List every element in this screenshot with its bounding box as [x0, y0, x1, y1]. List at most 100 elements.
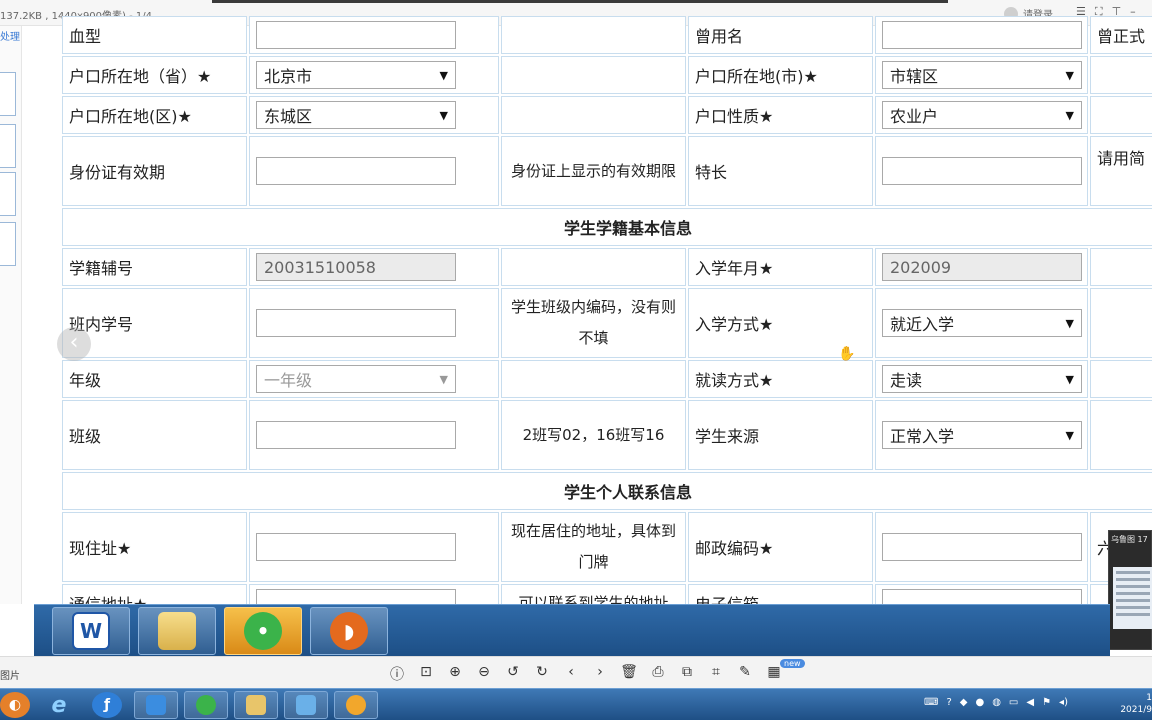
- thumbnail-image: [1113, 567, 1152, 629]
- feather-icon[interactable]: ƒ: [92, 692, 122, 718]
- left-panel: 处理: [0, 26, 22, 604]
- apps-icon[interactable]: ▦: [765, 664, 783, 684]
- keyboard-icon[interactable]: ⌨: [924, 697, 938, 708]
- rotate-left-icon[interactable]: ↺: [504, 664, 522, 684]
- flag-icon[interactable]: ⚑: [1042, 697, 1051, 708]
- security-icon[interactable]: ●: [975, 697, 984, 708]
- text-input[interactable]: [256, 421, 456, 449]
- taskbar-button[interactable]: [284, 691, 328, 719]
- thumbnail-frame[interactable]: [0, 72, 16, 116]
- text-input[interactable]: [882, 589, 1082, 604]
- prev-icon[interactable]: ‹: [562, 664, 580, 684]
- taskbar-button[interactable]: [184, 691, 228, 719]
- process-label[interactable]: 处理: [0, 28, 20, 43]
- taskbar-button[interactable]: [134, 691, 178, 719]
- viewer-toolbar: 图片 ⓘ ⊡ ⊕ ⊖ ↺ ↻ ‹ › 🗑 ⎙ ⧉ ⌗ ✎ ▦ new: [0, 656, 1152, 688]
- text-input: 20031510058: [256, 253, 456, 281]
- taskbar-button[interactable]: [334, 691, 378, 719]
- select-field[interactable]: 正常入学 ▼: [882, 421, 1082, 449]
- ie-icon[interactable]: e: [44, 692, 74, 718]
- taskbar-wechat-button[interactable]: •: [224, 607, 302, 655]
- volume-icon[interactable]: ◂): [1059, 697, 1068, 708]
- start-icon[interactable]: ◐: [0, 692, 30, 718]
- select-field[interactable]: 就近入学 ▼: [882, 309, 1082, 337]
- help-icon[interactable]: ?: [946, 697, 951, 708]
- field-label: 特长: [688, 136, 873, 206]
- field-label: 入学年月★: [688, 248, 873, 286]
- field-cell: [249, 136, 499, 206]
- extra-text: 请用简: [1097, 149, 1146, 168]
- select-field[interactable]: 北京市 ▼: [256, 61, 456, 89]
- thumbnail-frame[interactable]: [0, 172, 16, 216]
- field-cell: 市辖区 ▼: [875, 56, 1088, 94]
- next-icon[interactable]: ›: [591, 664, 609, 684]
- field-cell: 20031510058: [249, 248, 499, 286]
- text-input[interactable]: [256, 309, 456, 337]
- field-label: 血型: [62, 16, 247, 54]
- rotate-right-icon[interactable]: ↻: [533, 664, 551, 684]
- delete-icon[interactable]: 🗑: [620, 664, 638, 684]
- field-note: [501, 96, 686, 134]
- zoom-in-icon[interactable]: ⊕: [446, 664, 464, 684]
- text-input[interactable]: [256, 21, 456, 49]
- form-row: 现住址★ 现在居住的地址，具体到门牌 邮政编码★ 六: [62, 512, 1152, 582]
- text-input[interactable]: [882, 533, 1082, 561]
- shield-icon[interactable]: ◆: [960, 697, 968, 708]
- field-label: 通信地址★: [62, 584, 247, 604]
- field-cell: 就近入学 ▼: [875, 288, 1088, 358]
- field-cell: 农业户 ▼: [875, 96, 1088, 134]
- chevron-down-icon: ▼: [439, 68, 448, 82]
- field-label: 户口所在地（省）★: [62, 56, 247, 94]
- field-extra: [1090, 56, 1152, 94]
- edit-icon[interactable]: ✎: [736, 664, 754, 684]
- preview-thumbnail[interactable]: 乌鲁图 17: [1108, 530, 1152, 650]
- field-value: 202009: [890, 257, 952, 277]
- taskbar-folder-button[interactable]: [138, 607, 216, 655]
- arrow-icon[interactable]: ◀: [1026, 697, 1034, 708]
- form-row: 户口所在地（省）★ 北京市 ▼ 户口所在地(市)★ 市辖区 ▼: [62, 56, 1152, 94]
- section-row: 学生个人联系信息: [62, 472, 1152, 510]
- text-input[interactable]: [882, 21, 1082, 49]
- taskbar-word-button[interactable]: W: [52, 607, 130, 655]
- ime-icon[interactable]: ▭: [1009, 697, 1018, 708]
- app-icon: ◗: [330, 612, 368, 650]
- crop-icon[interactable]: ⌗: [707, 664, 725, 684]
- form-row: 身份证有效期 身份证上显示的有效期限 特长 请用简: [62, 136, 1152, 206]
- field-cell: [875, 16, 1088, 54]
- select-field[interactable]: 东城区 ▼: [256, 101, 456, 129]
- field-label: 邮政编码★: [688, 512, 873, 582]
- thumbnail-frame[interactable]: [0, 124, 16, 168]
- text-input[interactable]: [882, 157, 1082, 185]
- field-note: [501, 360, 686, 398]
- fit-icon[interactable]: ⊡: [417, 664, 435, 684]
- text-input[interactable]: [256, 157, 456, 185]
- text-input[interactable]: [256, 533, 456, 561]
- info-icon[interactable]: ⓘ: [388, 664, 406, 684]
- field-cell: 202009: [875, 248, 1088, 286]
- text-input[interactable]: [256, 589, 456, 604]
- form-row: 年级 一年级 ▼ 就读方式★ 走读 ▼: [62, 360, 1152, 398]
- field-value: 北京市: [264, 67, 313, 86]
- field-note: 可以联系到学生的地址: [501, 584, 686, 604]
- taskbar-app-button[interactable]: ◗: [310, 607, 388, 655]
- copy-icon[interactable]: ⧉: [678, 664, 696, 684]
- network-icon[interactable]: ◍: [992, 697, 1001, 708]
- field-note: [501, 248, 686, 286]
- thumbnail-frame[interactable]: [0, 222, 16, 266]
- field-cell: 正常入学 ▼: [875, 400, 1088, 470]
- select-field[interactable]: 农业户 ▼: [882, 101, 1082, 129]
- field-cell: [249, 400, 499, 470]
- viewer-tools: ⓘ ⊡ ⊕ ⊖ ↺ ↻ ‹ › 🗑 ⎙ ⧉ ⌗ ✎ ▦: [388, 664, 783, 684]
- form-row: 学籍辅号 20031510058 入学年月★ 202009: [62, 248, 1152, 286]
- prev-page-button[interactable]: ‹: [57, 327, 91, 361]
- word-icon: W: [72, 612, 110, 650]
- student-info-table: 血型 曾用名 曾正式 户口所在地（省）★ 北京市 ▼ 户口所在地(市)★ 市辖区 ▼ 户口所在地(…: [60, 14, 1152, 604]
- select-field[interactable]: 市辖区 ▼: [882, 61, 1082, 89]
- print-icon[interactable]: ⎙: [649, 664, 667, 684]
- taskbar-button[interactable]: [234, 691, 278, 719]
- field-note: 学生班级内编码，没有则不填: [501, 288, 686, 358]
- select-field[interactable]: 走读 ▼: [882, 365, 1082, 393]
- field-extra: 曾正式: [1090, 16, 1152, 54]
- picture-label: 图片: [0, 671, 20, 682]
- zoom-out-icon[interactable]: ⊖: [475, 664, 493, 684]
